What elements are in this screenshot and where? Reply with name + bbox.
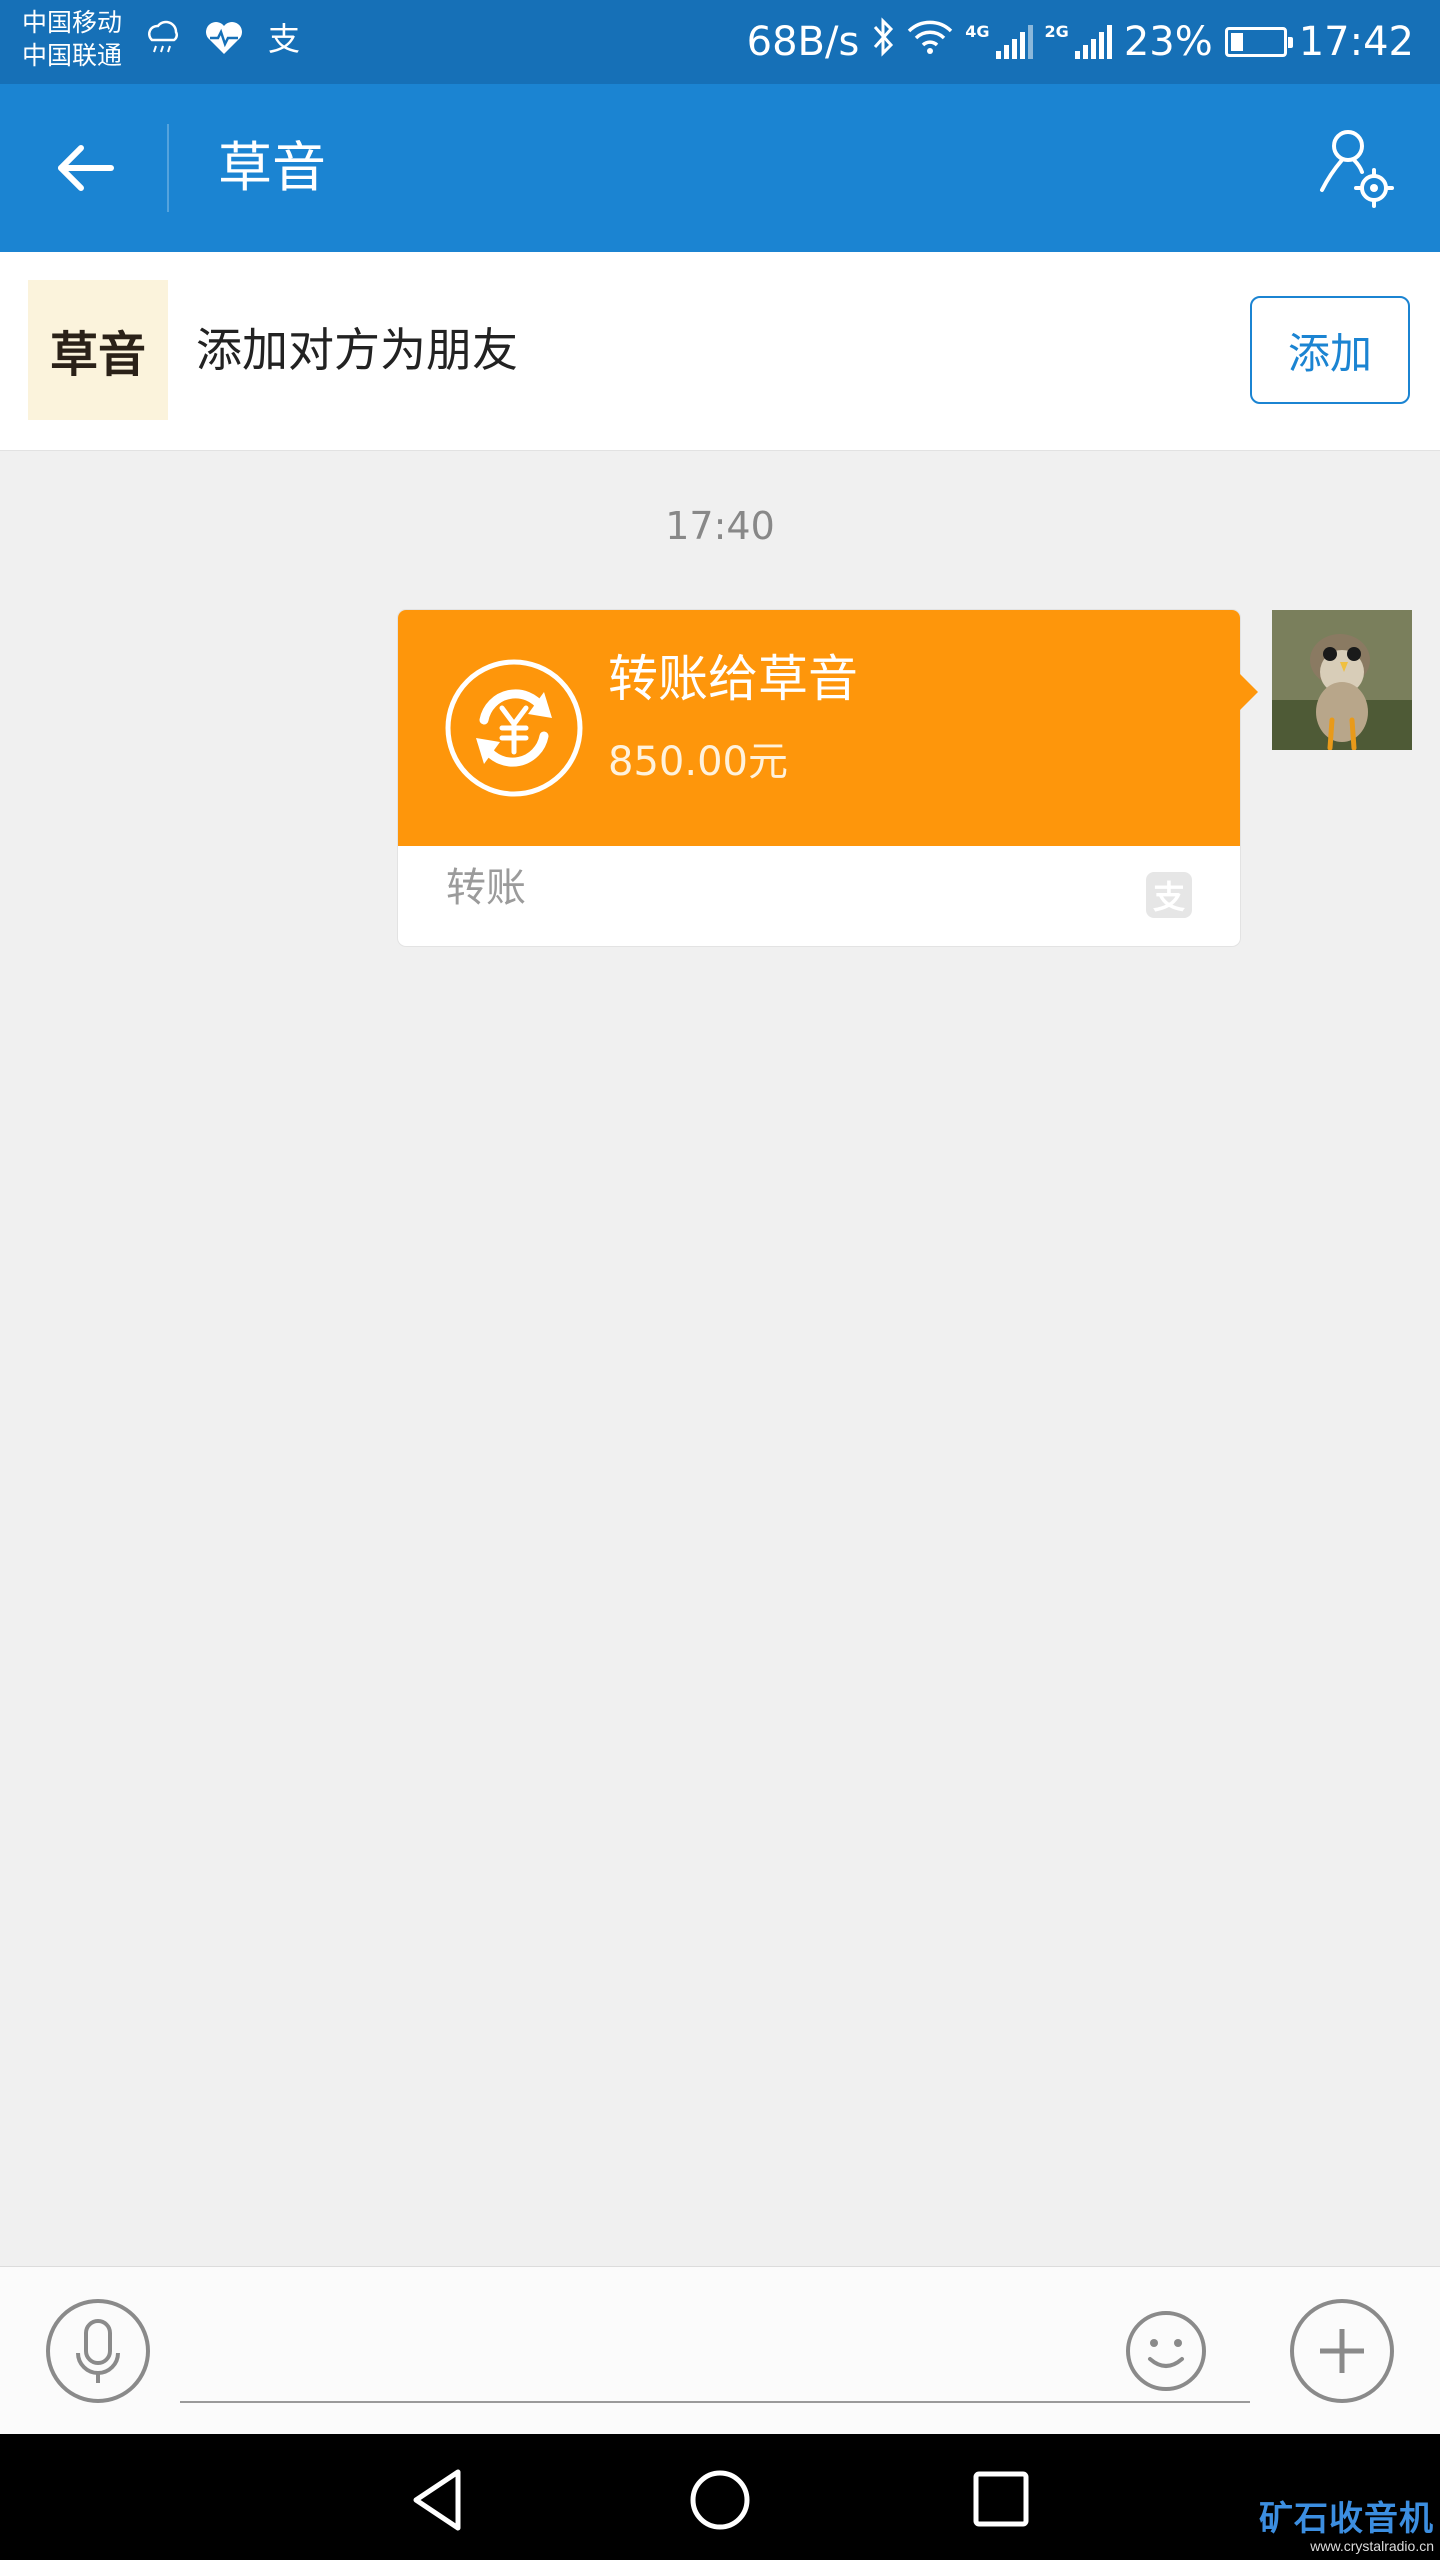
nav-recents-icon xyxy=(973,2471,1029,2527)
battery-icon xyxy=(1224,27,1293,57)
status-left-icons: 支 xyxy=(142,20,306,65)
status-right: 68B/s 4G 2G 23% 17:42 xyxy=(747,0,1414,84)
signal-icon-1 xyxy=(995,25,1033,59)
chat-settings-button[interactable] xyxy=(1312,122,1402,212)
avatar[interactable] xyxy=(1272,610,1412,750)
alipay-logo-icon: 支 xyxy=(1146,872,1192,918)
yuan-transfer-icon xyxy=(445,659,583,797)
microphone-icon xyxy=(46,2299,150,2403)
bluetooth-icon xyxy=(871,17,895,67)
transfer-label: 转账 xyxy=(446,865,526,911)
title-divider xyxy=(167,124,169,212)
message-timestamp: 17:40 xyxy=(665,504,775,548)
weather-icon xyxy=(142,20,182,65)
carrier-labels: 中国移动 中国联通 xyxy=(22,6,122,72)
network-tag-4g: 4G xyxy=(965,22,990,41)
wifi-icon xyxy=(907,19,953,65)
message-input[interactable] xyxy=(180,2307,1250,2403)
nav-back-button[interactable] xyxy=(400,2460,480,2540)
carrier-1: 中国移动 xyxy=(22,8,123,37)
add-friend-bar: 草音 添加对方为朋友 添加 xyxy=(0,252,1440,451)
page-title: 草音 xyxy=(218,136,326,199)
nav-home-icon xyxy=(690,2470,750,2530)
carrier-2: 中国联通 xyxy=(22,41,123,70)
nav-home-button[interactable] xyxy=(680,2460,760,2540)
more-actions-button[interactable] xyxy=(1288,2297,1396,2405)
add-friend-message: 添加对方为朋友 xyxy=(196,323,518,377)
emoji-button[interactable] xyxy=(1122,2307,1210,2395)
add-friend-button[interactable]: 添加 xyxy=(1250,296,1410,404)
watermark-text: 矿石收音机 xyxy=(1259,2500,1434,2538)
back-arrow-icon xyxy=(58,145,114,191)
plus-icon xyxy=(1290,2299,1394,2403)
falcon-avatar-image xyxy=(1272,610,1412,750)
nav-recents-button[interactable] xyxy=(960,2460,1040,2540)
watermark-url: www.crystalradio.cn xyxy=(1310,2538,1434,2554)
title-bar: 草音 xyxy=(0,84,1440,252)
transfer-amount: 850.00元 xyxy=(608,739,788,785)
watermark: 矿石收音机 www.crystalradio.cn xyxy=(1259,2500,1434,2554)
input-bar xyxy=(0,2266,1440,2435)
transfer-title: 转账给草音 xyxy=(608,650,858,708)
contact-logo-text: 草音 xyxy=(49,327,146,383)
transfer-message-bubble[interactable]: 转账给草音 850.00元 转账 支 xyxy=(398,610,1258,946)
net-speed: 68B/s xyxy=(746,19,860,65)
contact-logo: 草音 xyxy=(28,280,168,420)
health-heart-icon xyxy=(204,20,244,65)
bubble-tail xyxy=(1240,674,1258,710)
battery-fill xyxy=(1230,33,1243,51)
svg-text:支: 支 xyxy=(268,20,300,56)
back-button[interactable] xyxy=(40,128,130,208)
transfer-card-header: 转账给草音 850.00元 xyxy=(398,610,1240,846)
system-nav-bar: 矿石收音机 www.crystalradio.cn xyxy=(0,2434,1440,2560)
status-bar: 中国移动 中国联通 支 68B/s 4G 2G 23% 17:42 xyxy=(0,0,1440,84)
alipay-icon: 支 xyxy=(266,20,306,65)
signal-icon-2 xyxy=(1074,25,1112,59)
battery-percent: 23% xyxy=(1123,19,1213,65)
smiley-icon xyxy=(1126,2311,1206,2391)
clock: 17:42 xyxy=(1298,19,1414,65)
voice-input-button[interactable] xyxy=(44,2297,152,2405)
network-tag-2g: 2G xyxy=(1044,22,1069,41)
user-settings-icon xyxy=(1320,130,1394,208)
nav-back-icon xyxy=(413,2469,461,2531)
